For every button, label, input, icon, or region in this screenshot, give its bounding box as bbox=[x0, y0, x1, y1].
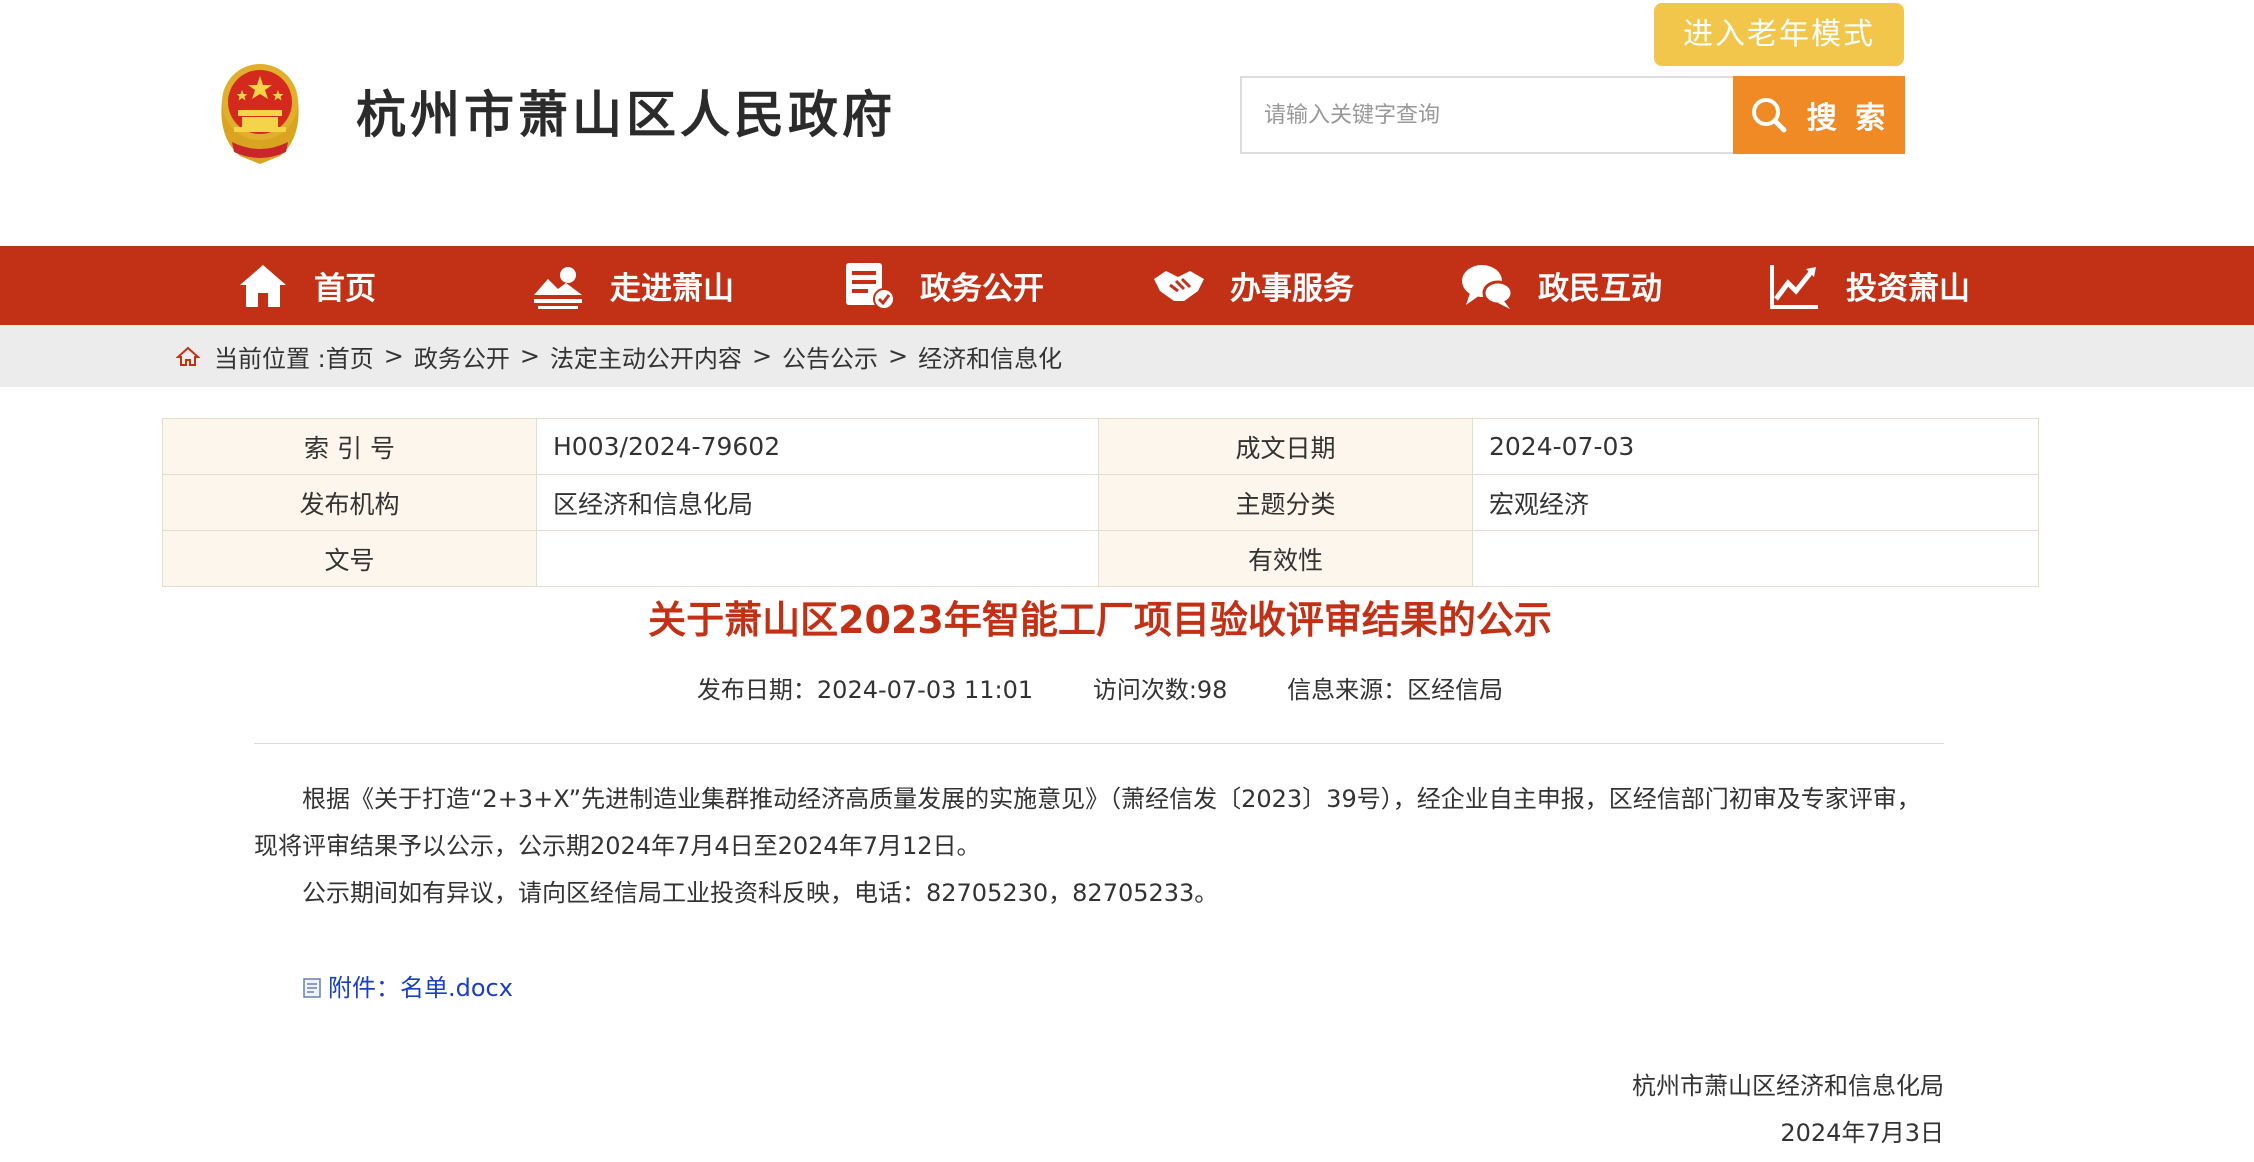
publish-date: 发布日期：2024-07-03 11:01 bbox=[696, 676, 1034, 704]
nav-label: 走进萧山 bbox=[610, 271, 734, 307]
nav-label: 办事服务 bbox=[1230, 271, 1354, 307]
sign-org: 杭州市萧山区经济和信息化局 bbox=[1632, 1072, 1944, 1100]
national-emblem-icon bbox=[221, 64, 299, 164]
nav-label: 投资萧山 bbox=[1846, 271, 1970, 307]
validity-label: 有效性 bbox=[1098, 530, 1473, 587]
sign-date: 2024年7月3日 bbox=[1780, 1119, 1944, 1147]
topic-label: 主题分类 bbox=[1098, 474, 1473, 531]
index-label: 索 引 号 bbox=[162, 418, 537, 475]
handshake-icon bbox=[1154, 270, 1204, 301]
nav-item-gov-affairs[interactable]: 政务公开 bbox=[842, 246, 1044, 325]
date-label: 成文日期 bbox=[1098, 418, 1473, 475]
divider bbox=[254, 743, 1944, 744]
nav-item-interaction[interactable]: 政民互动 bbox=[1460, 246, 1662, 325]
chat-icon bbox=[1462, 264, 1514, 309]
document-file-icon bbox=[303, 978, 321, 998]
chart-icon bbox=[1770, 264, 1818, 309]
body-paragraph: 根据《关于打造“2+3+X”先进制造业集群推动经济高质量发展的实施意见》（萧经信… bbox=[254, 785, 1921, 860]
org-value: 区经济和信息化局 bbox=[536, 474, 1099, 531]
breadcrumb: 当前位置 : 首页 > 政务公开 > 法定主动公开内容 > 公告公示 > 经济和… bbox=[176, 325, 1062, 387]
breadcrumb-separator: > bbox=[888, 342, 909, 370]
signature-block: 杭州市萧山区经济和信息化局 2024年7月3日 bbox=[1632, 1063, 1944, 1157]
visit-count: 访问次数:98 bbox=[1092, 676, 1228, 704]
index-value: H003/2024-79602 bbox=[536, 418, 1099, 475]
breadcrumb-economy[interactable]: 经济和信息化 bbox=[918, 339, 1062, 374]
document-info-table: 索 引 号 H003/2024-79602 成文日期 2024-07-03 发布… bbox=[162, 418, 2039, 587]
search-box bbox=[1240, 76, 1734, 154]
date-value: 2024-07-03 bbox=[1472, 418, 2039, 475]
nav-item-home[interactable]: 首页 bbox=[236, 246, 376, 325]
search-icon bbox=[1751, 98, 1787, 133]
validity-value bbox=[1472, 530, 2039, 587]
search-input[interactable] bbox=[1242, 78, 1734, 152]
elder-mode-button[interactable]: 进入老年模式 bbox=[1654, 3, 1904, 66]
search-button[interactable]: 搜 索 bbox=[1733, 76, 1905, 154]
breadcrumb-separator: > bbox=[519, 342, 540, 370]
home-icon bbox=[240, 264, 286, 307]
attachment-link[interactable]: 附件：名单.docx bbox=[302, 968, 513, 1008]
site-header: 杭州市萧山区人民政府 进入老年模式 搜 索 bbox=[0, 0, 2254, 246]
article-title: 关于萧山区2023年智能工厂项目验收评审结果的公示 bbox=[648, 598, 1552, 642]
body-paragraph: 公示期间如有异议，请向区经信局工业投资科反映，电话：82705230，82705… bbox=[302, 879, 1219, 907]
nav-item-about[interactable]: 走进萧山 bbox=[532, 246, 734, 325]
docno-label: 文号 bbox=[162, 530, 537, 587]
search-button-label: 搜 索 bbox=[1806, 101, 1890, 136]
main-nav: 首页 走进萧山 政务公开 办事服务 政民互动 投资萧山 bbox=[0, 246, 2254, 325]
nav-item-invest[interactable]: 投资萧山 bbox=[1768, 246, 1970, 325]
breadcrumb-separator: > bbox=[383, 342, 404, 370]
attachment-label: 附件：名单.docx bbox=[328, 974, 513, 1002]
home-icon bbox=[176, 346, 200, 366]
breadcrumb-bar: 当前位置 : 首页 > 政务公开 > 法定主动公开内容 > 公告公示 > 经济和… bbox=[0, 325, 2254, 387]
breadcrumb-prefix: 当前位置 : bbox=[214, 344, 326, 373]
landscape-icon bbox=[534, 266, 582, 309]
org-label: 发布机构 bbox=[162, 474, 537, 531]
docno-value bbox=[536, 530, 1099, 587]
breadcrumb-announcements[interactable]: 公告公示 bbox=[782, 339, 878, 374]
table-row: 文号 有效性 bbox=[162, 530, 2039, 587]
site-title: 杭州市萧山区人民政府 bbox=[356, 86, 896, 144]
nav-label: 首页 bbox=[314, 271, 376, 307]
table-row: 发布机构 区经济和信息化局 主题分类 宏观经济 bbox=[162, 474, 2039, 531]
topic-value: 宏观经济 bbox=[1472, 474, 2039, 531]
breadcrumb-gov-affairs[interactable]: 政务公开 bbox=[414, 339, 510, 374]
nav-label: 政务公开 bbox=[920, 271, 1044, 307]
breadcrumb-home[interactable]: 首页 bbox=[326, 339, 374, 374]
breadcrumb-disclosure[interactable]: 法定主动公开内容 bbox=[550, 339, 742, 374]
article-meta: 发布日期：2024-07-03 11:01 访问次数:98 信息来源：区经信局 bbox=[0, 670, 2200, 710]
breadcrumb-separator: > bbox=[751, 342, 773, 370]
info-source: 信息来源：区经信局 bbox=[1287, 676, 1504, 704]
nav-label: 政民互动 bbox=[1538, 271, 1662, 307]
document-icon bbox=[846, 262, 895, 310]
nav-item-services[interactable]: 办事服务 bbox=[1152, 246, 1354, 325]
table-row: 索 引 号 H003/2024-79602 成文日期 2024-07-03 bbox=[162, 418, 2039, 475]
article-body: 根据《关于打造“2+3+X”先进制造业集群推动经济高质量发展的实施意见》（萧经信… bbox=[254, 776, 1944, 917]
